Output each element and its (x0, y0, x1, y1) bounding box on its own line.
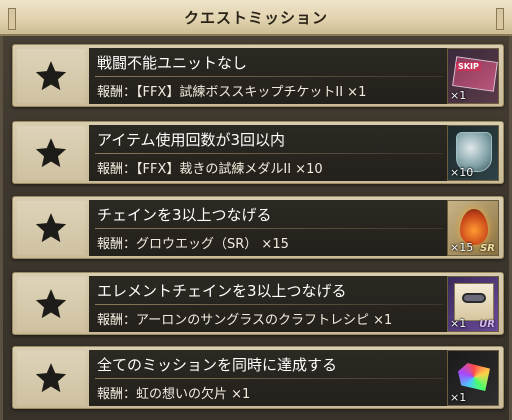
mission-info: 全てのミッションを同時に達成する 報酬：虹の想いの欠片 ×1 (89, 350, 449, 406)
divider (95, 378, 443, 379)
mission-title: エレメントチェインを3以上つなげる (97, 282, 347, 300)
divider (95, 76, 443, 77)
item-count: ×1 (450, 89, 467, 102)
grow-egg-icon (460, 209, 488, 245)
panel-header: クエストミッション (0, 0, 512, 36)
mission-info: チェインを3以上つなげる 報酬：グロウエッグ（SR） ×15 (89, 200, 449, 256)
mission-row[interactable]: アイテム使用回数が3回以内 報酬：【FFX】裁きの試練メダルII ×10 ×10 (12, 121, 504, 184)
reward-item[interactable]: ×1 (447, 350, 499, 406)
mission-title: 全てのミッションを同時に達成する (97, 356, 338, 374)
mission-status (17, 126, 85, 180)
divider (95, 228, 443, 229)
mission-status (17, 277, 85, 331)
rarity-badge: SR (480, 243, 495, 254)
mission-row[interactable]: 全てのミッションを同時に達成する 報酬：虹の想いの欠片 ×1 ×1 (12, 346, 504, 409)
mission-reward: 報酬：アーロンのサングラスのクラフトレシピ ×1 (97, 313, 393, 328)
mission-row[interactable]: エレメントチェインを3以上つなげる 報酬：アーロンのサングラスのクラフトレシピ … (12, 272, 504, 335)
item-count: ×1 (450, 391, 467, 404)
ticket-badge: SKIP (456, 62, 481, 71)
star-icon (35, 289, 67, 319)
item-count: ×10 (450, 166, 474, 179)
star-icon (35, 363, 67, 393)
reward-item[interactable]: ×10 (447, 125, 499, 181)
star-icon (35, 138, 67, 168)
divider (95, 304, 443, 305)
reward-item[interactable]: ×15 SR (447, 200, 499, 256)
item-count: ×1 (450, 317, 467, 330)
mission-reward: 報酬：虹の想いの欠片 ×1 (97, 387, 251, 402)
rainbow-shard-icon (458, 363, 490, 391)
reward-item[interactable]: SKIP ×1 (447, 48, 499, 104)
mission-row[interactable]: チェインを3以上つなげる 報酬：グロウエッグ（SR） ×15 ×15 SR (12, 196, 504, 259)
star-icon (35, 213, 67, 243)
mission-info: エレメントチェインを3以上つなげる 報酬：アーロンのサングラスのクラフトレシピ … (89, 276, 449, 332)
mission-info: アイテム使用回数が3回以内 報酬：【FFX】裁きの試練メダルII ×10 (89, 125, 449, 181)
mission-reward: 報酬：【FFX】試練ボススキップチケットII ×1 (97, 85, 367, 100)
mission-title: 戦闘不能ユニットなし (97, 54, 248, 72)
mission-title: アイテム使用回数が3回以内 (97, 131, 286, 149)
mission-title: チェインを3以上つなげる (97, 206, 272, 224)
mission-status (17, 49, 85, 103)
mission-status (17, 351, 85, 405)
reward-item[interactable]: ×1 UR (447, 276, 499, 332)
mission-info: 戦闘不能ユニットなし 報酬：【FFX】試練ボススキップチケットII ×1 (89, 48, 449, 104)
mission-reward: 報酬：【FFX】裁きの試練メダルII ×10 (97, 162, 323, 177)
mission-row[interactable]: 戦闘不能ユニットなし 報酬：【FFX】試練ボススキップチケットII ×1 SKI… (12, 44, 504, 107)
sunglasses-icon (462, 293, 486, 303)
item-count: ×15 (450, 241, 474, 254)
divider (95, 153, 443, 154)
mission-status (17, 201, 85, 255)
mission-reward: 報酬：グロウエッグ（SR） ×15 (97, 237, 289, 252)
rarity-badge: UR (479, 319, 495, 330)
star-icon (35, 61, 67, 91)
panel-title: クエストミッション (183, 8, 328, 27)
